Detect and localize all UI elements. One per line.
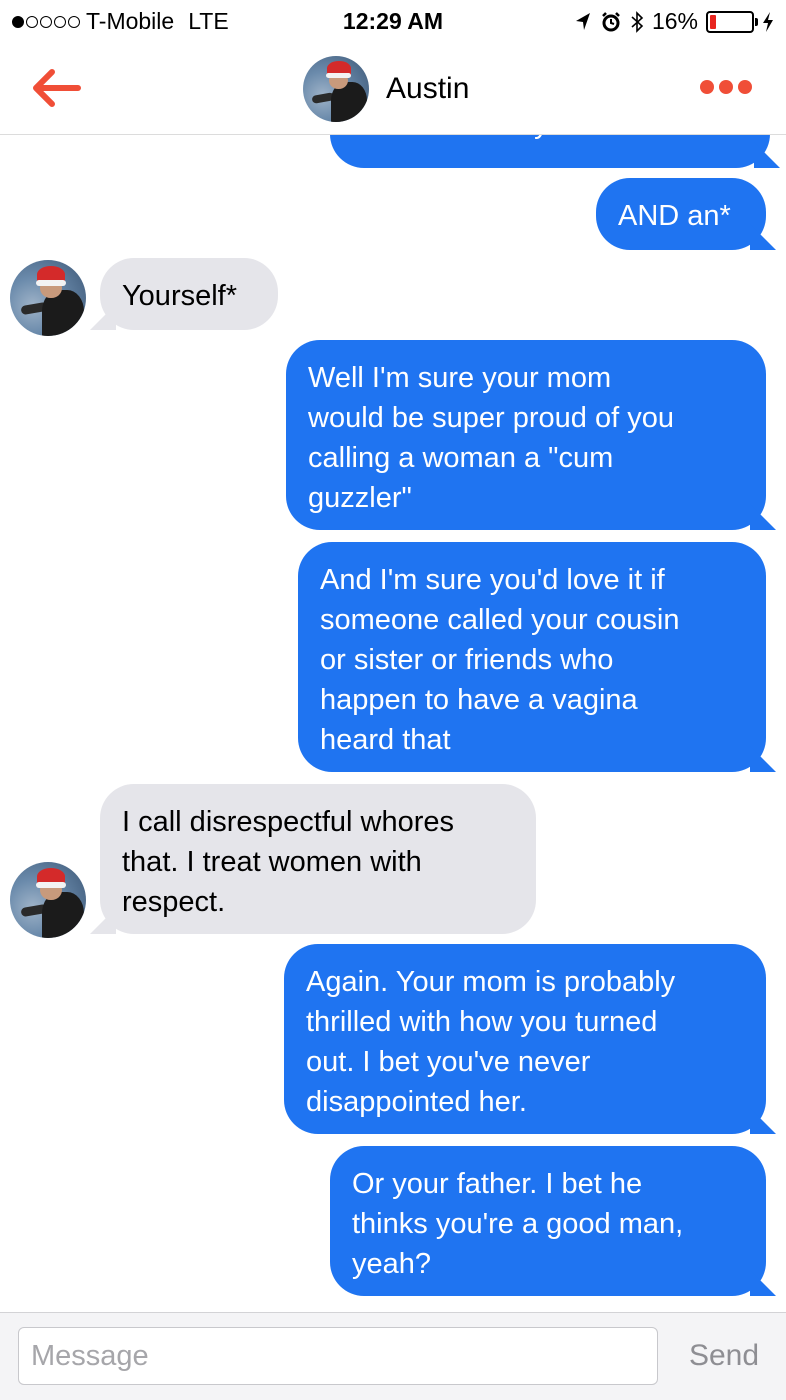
message-bubble-sent[interactable]: And I'm sure you'd love it if someone ca…: [298, 542, 766, 772]
compose-bar: Send: [0, 1312, 786, 1400]
conversation-header: Austin: [0, 44, 786, 135]
message-bubble-sent[interactable]: Well I'm sure your mom would be super pr…: [286, 340, 766, 530]
contact-avatar[interactable]: [303, 56, 369, 122]
back-arrow-icon[interactable]: [30, 66, 84, 110]
sender-avatar[interactable]: [10, 862, 86, 938]
message-list[interactable]: Get educated yo self SON AND an* Yoursel…: [0, 134, 786, 1312]
send-button[interactable]: Send: [676, 1327, 772, 1385]
charging-bolt-icon: [763, 11, 773, 32]
status-right: 16%: [574, 8, 774, 35]
message-bubble-sent[interactable]: Or your father. I bet he thinks you're a…: [330, 1146, 766, 1296]
contact-name[interactable]: Austin: [386, 72, 469, 106]
message-bubble-received[interactable]: I call disrespectful whores that. I trea…: [100, 784, 536, 934]
location-arrow-icon: [575, 12, 590, 30]
bluetooth-icon: [631, 10, 644, 33]
message-bubble-sent[interactable]: AND an*: [596, 178, 766, 250]
sender-avatar[interactable]: [10, 260, 86, 336]
more-dots-icon[interactable]: [700, 80, 752, 94]
message-input[interactable]: [18, 1327, 658, 1385]
alarm-icon: [602, 11, 620, 31]
status-bar: T-Mobile LTE 12:29 AM 16%: [0, 0, 786, 44]
message-bubble-sent[interactable]: Again. Your mom is probably thrilled wit…: [284, 944, 766, 1134]
message-bubble-sent[interactable]: Get educated yo self SON: [330, 134, 770, 168]
message-bubble-received[interactable]: Yourself*: [100, 258, 278, 330]
battery-icon: [706, 10, 758, 33]
battery-percent: 16%: [651, 8, 698, 34]
